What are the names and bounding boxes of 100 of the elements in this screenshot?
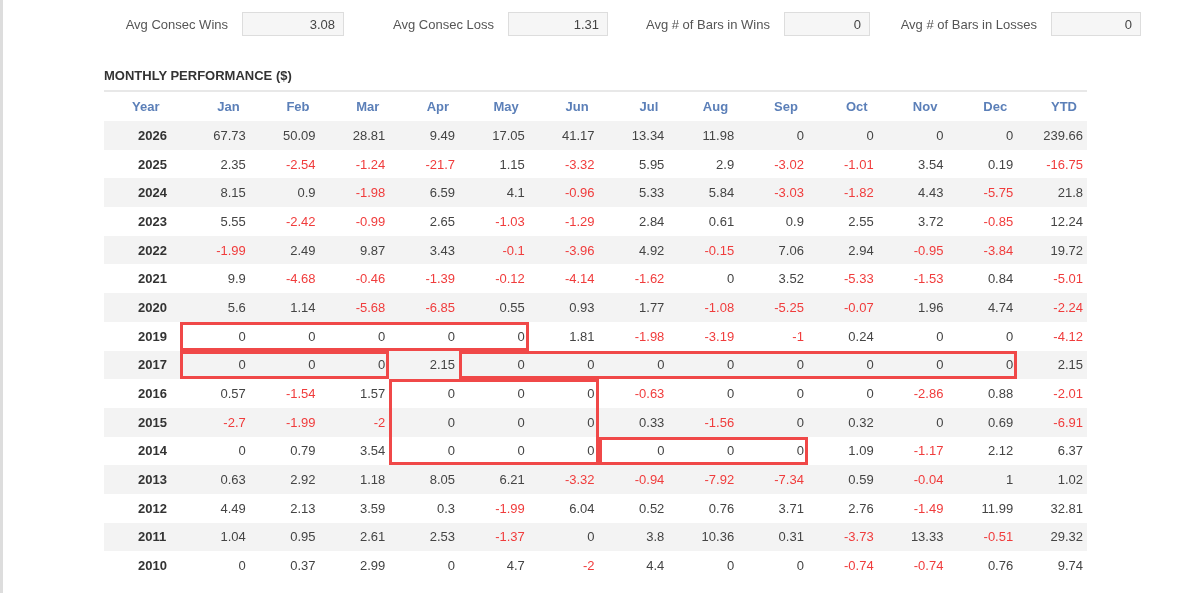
table-cell: 2.61 xyxy=(319,522,390,552)
table-cell: -1.49 xyxy=(877,493,948,523)
stat-value-field: 0 xyxy=(784,12,870,36)
table-cell: 3.52 xyxy=(738,264,808,294)
table-cell: -2.01 xyxy=(1017,379,1087,408)
table-cell: -1.98 xyxy=(598,321,669,351)
table-cell: 0 xyxy=(668,436,739,466)
table-cell: 0.79 xyxy=(249,436,320,466)
table-cell: 9.49 xyxy=(389,121,460,150)
table-cell: 0 xyxy=(389,379,460,408)
table-cell: -3.96 xyxy=(528,235,599,265)
table-cell: 4.1 xyxy=(459,178,529,208)
table-cell: 4.74 xyxy=(947,293,1018,322)
table-cell: -4.14 xyxy=(528,264,599,294)
table-cell: -3.02 xyxy=(738,149,808,179)
year-cell: 2015 xyxy=(104,407,180,437)
table-cell: -1.54 xyxy=(249,379,320,408)
table-cell: 0 xyxy=(738,551,808,580)
table-cell: 2.53 xyxy=(389,522,460,552)
table-cell: 0 xyxy=(180,350,250,380)
column-header: Feb xyxy=(249,92,320,121)
table-cell: 0 xyxy=(668,350,739,380)
table-cell: 67.73 xyxy=(180,121,250,150)
table-cell: 1.04 xyxy=(180,522,250,552)
table-cell: 3.8 xyxy=(598,522,669,552)
table-cell: 0.33 xyxy=(598,407,669,437)
table-cell: -1.56 xyxy=(668,407,739,437)
table-cell: 0 xyxy=(319,350,390,380)
table-cell: 4.7 xyxy=(459,551,529,580)
table-cell: 2.49 xyxy=(249,235,320,265)
table-cell: 0.61 xyxy=(668,207,739,236)
table-cell: 3.54 xyxy=(877,149,948,179)
table-cell: 1.14 xyxy=(249,293,320,322)
table-cell: 5.33 xyxy=(598,178,669,208)
table-cell: 13.34 xyxy=(598,121,669,150)
table-cell: 0 xyxy=(528,350,599,380)
table-cell: -0.94 xyxy=(598,465,669,494)
table-cell: -4.12 xyxy=(1017,321,1087,351)
table-cell: 0.76 xyxy=(947,551,1018,580)
stat-label: Avg # of Bars in Wins xyxy=(644,16,770,32)
table-cell: 0 xyxy=(249,321,320,351)
table-cell: 0.37 xyxy=(249,551,320,580)
table-cell: 1.57 xyxy=(319,379,390,408)
table-cell: -0.04 xyxy=(877,465,948,494)
table-cell: 5.84 xyxy=(668,178,739,208)
table-cell: 1.96 xyxy=(877,293,948,322)
table-cell: 0.9 xyxy=(738,207,808,236)
table-cell: -1.39 xyxy=(389,264,460,294)
table-cell: -1.98 xyxy=(319,178,390,208)
table-cell: -3.32 xyxy=(528,465,599,494)
table-cell: 0.19 xyxy=(947,149,1018,179)
table-cell: 8.15 xyxy=(180,178,250,208)
table-cell: -1.29 xyxy=(528,207,599,236)
column-header: Oct xyxy=(807,92,878,121)
table-cell: -2.7 xyxy=(180,407,250,437)
table-cell: 0 xyxy=(249,350,320,380)
table-cell: 4.43 xyxy=(877,178,948,208)
table-cell: 0 xyxy=(807,121,878,150)
table-cell: 11.98 xyxy=(668,121,739,150)
table-cell: 0.57 xyxy=(180,379,250,408)
column-header: Sep xyxy=(738,92,808,121)
year-cell: 2025 xyxy=(104,149,180,179)
column-header: Jul xyxy=(598,92,669,121)
table-cell: 2.84 xyxy=(598,207,669,236)
table-cell: 11.99 xyxy=(947,493,1018,523)
table-cell: 2.55 xyxy=(807,207,878,236)
table-cell: 239.66 xyxy=(1017,121,1087,150)
table-cell: 9.9 xyxy=(180,264,250,294)
table-cell: 0 xyxy=(668,551,739,580)
table-cell: 0.9 xyxy=(249,178,320,208)
table-cell: -0.74 xyxy=(877,551,948,580)
table-cell: 0 xyxy=(947,121,1018,150)
table-cell: 0 xyxy=(738,436,808,466)
table-cell: -3.19 xyxy=(668,321,739,351)
column-header: Jan xyxy=(180,92,250,121)
table-cell: 0 xyxy=(528,436,599,466)
table-cell: -1 xyxy=(738,321,808,351)
table-cell: 0 xyxy=(528,379,599,408)
table-cell: -5.68 xyxy=(319,293,390,322)
table-cell: -3.03 xyxy=(738,178,808,208)
table-cell: -0.07 xyxy=(807,293,878,322)
table-cell: -0.74 xyxy=(807,551,878,580)
table-cell: 32.81 xyxy=(1017,493,1087,523)
table-cell: 29.32 xyxy=(1017,522,1087,552)
table-cell: 1.77 xyxy=(598,293,669,322)
table-cell: -1.17 xyxy=(877,436,948,466)
table-cell: 2.15 xyxy=(389,350,460,380)
table-cell: 0 xyxy=(877,121,948,150)
table-cell: 0 xyxy=(877,321,948,351)
table-cell: 0 xyxy=(389,436,460,466)
table-cell: 0.69 xyxy=(947,407,1018,437)
table-cell: -1.99 xyxy=(249,407,320,437)
table-cell: -1.82 xyxy=(807,178,878,208)
table-cell: -2.24 xyxy=(1017,293,1087,322)
table-cell: -0.51 xyxy=(947,522,1018,552)
table-cell: 8.05 xyxy=(389,465,460,494)
column-header: Apr xyxy=(389,92,460,121)
table-cell: 4.92 xyxy=(598,235,669,265)
table-cell: 0.32 xyxy=(807,407,878,437)
table-cell: 1 xyxy=(947,465,1018,494)
